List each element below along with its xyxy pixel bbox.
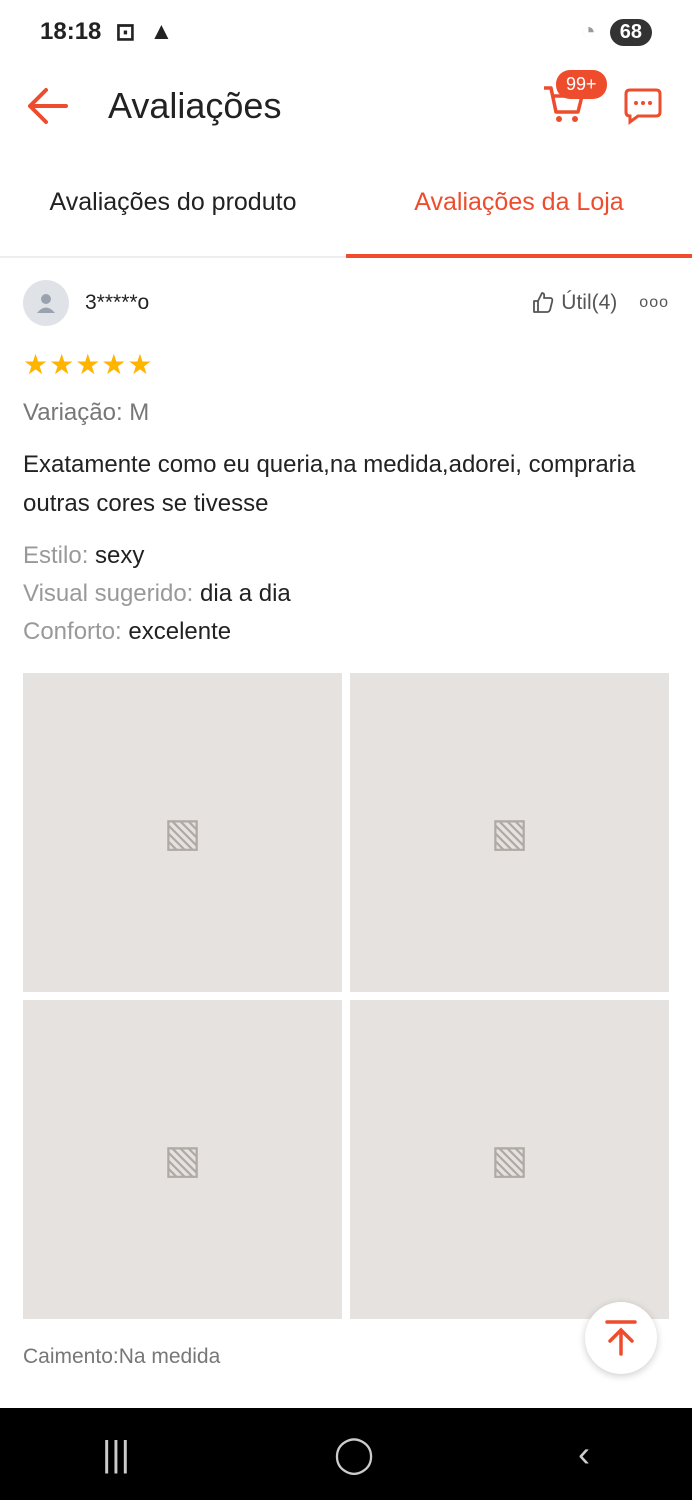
back-icon[interactable]: ‹ [578,1433,590,1475]
review-comment: Exatamente como eu queria,na medida,ador… [23,451,636,517]
recent-apps-icon[interactable]: ||| [102,1433,130,1475]
scroll-to-top-button[interactable] [585,1302,657,1374]
photo-placeholder[interactable]: ▧ [350,1000,669,1319]
rating-stars: ★★★★★ [23,349,154,380]
app-header: Avaliações 99+ [0,64,692,148]
status-bar: 18:18 ⊡ ▲ ◔ 68 [0,0,692,64]
photo-placeholder[interactable]: ▧ [23,1000,342,1319]
page-title: Avaliações [108,85,282,126]
system-nav-bar: ||| ◯ ‹ [0,1408,692,1500]
attribute-row: Visual sugerido: dia a dia [23,580,291,607]
cart-badge: 99+ [556,69,607,99]
attribute-row: Estilo: sexy [23,542,145,569]
fit-label: Caimento:Na medida [23,1345,221,1368]
user-icon [37,294,55,313]
cart-button[interactable]: 99+ [542,69,607,129]
photo-placeholder[interactable]: ▧ [23,673,342,992]
tab-store-reviews[interactable]: Avaliações da Loja [346,148,692,258]
back-arrow-icon[interactable] [24,86,68,126]
chat-icon[interactable] [620,86,668,126]
photo-placeholder[interactable]: ▧ [350,673,669,992]
arrow-up-icon [605,1320,637,1356]
more-options-icon[interactable]: ooo [639,294,669,312]
status-time: 18:18 [40,18,102,45]
wifi-icon: ◔ [581,18,596,45]
review-photos: ▧ ▧ ▧ ▧ [23,673,669,1319]
tab-product-reviews[interactable]: Avaliações do produto [0,148,346,256]
home-icon[interactable]: ◯ [334,1433,374,1475]
screenshot-icon: ⊡ [115,18,136,46]
warning-icon: ▲ [149,18,174,45]
variation-label: Variação: M [23,399,150,426]
thumbs-up-icon [533,292,554,313]
review-tabs: Avaliações do produto Avaliações da Loja [0,148,692,258]
reviewer-name: 3*****o [85,291,150,314]
useful-button[interactable]: Útil(4) [531,291,617,315]
review-attributes: Estilo: sexy Visual sugerido: dia a dia … [23,537,669,651]
review-card: 3*****o Útil(4) ooo ★★★★★ Variação: M Ex… [0,258,692,1391]
useful-count: Útil(4) [561,291,618,314]
avatar [23,280,69,326]
battery-indicator: 68 [609,18,652,46]
attribute-row: Conforto: excelente [23,618,232,645]
